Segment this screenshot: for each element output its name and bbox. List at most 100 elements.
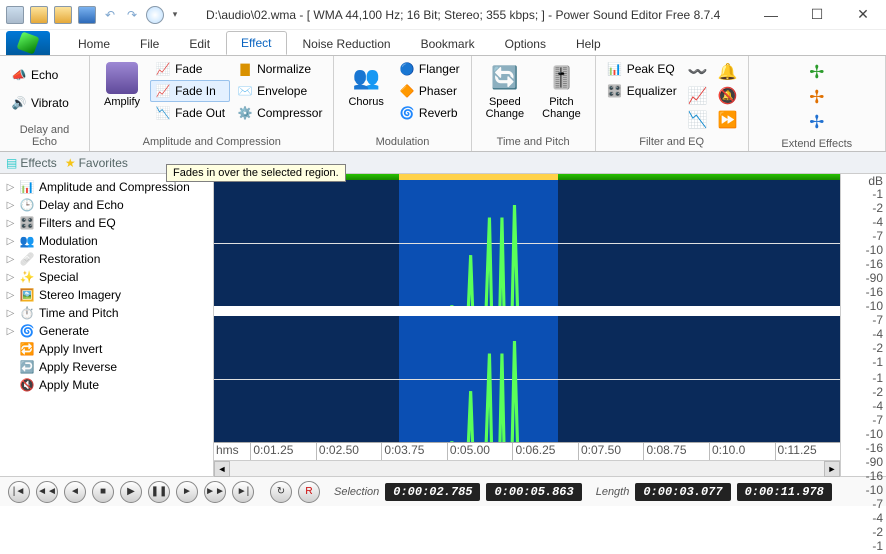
tree-generate[interactable]: ▷🌀Generate [2,322,211,340]
qat-new-button[interactable] [6,6,24,24]
extend-icon-1[interactable]: ✢ [809,62,824,83]
expand-icon[interactable]: ▷ [6,326,15,337]
effects-tree[interactable]: ▷📊Amplitude and Compression ▷🕒Delay and … [0,174,214,476]
panetab-effects[interactable]: ▤Effects [6,156,57,170]
filter-icon-3[interactable]: 📉 [688,110,708,130]
expand-icon[interactable]: ▷ [6,290,15,301]
tree-filters[interactable]: ▷🎛️Filters and EQ [2,214,211,232]
skip-start-button[interactable]: |◄ [8,481,30,503]
echo-button[interactable]: 📣Echo [6,64,63,86]
expand-icon[interactable]: ▷ [6,182,15,193]
chorus-button[interactable]: 👥Chorus [340,58,391,112]
prev-button[interactable]: ◄ [64,481,86,503]
tab-help[interactable]: Help [562,33,615,55]
expand-icon[interactable]: ▷ [6,200,15,211]
qat-redo-button[interactable]: ↷ [124,8,140,22]
record-button[interactable]: R [298,481,320,503]
horizontal-scrollbar[interactable]: ◄ ► [214,460,840,476]
expand-icon[interactable]: ▷ [6,254,15,265]
tree-mute[interactable]: 🔇Apply Mute [2,376,211,394]
minimize-button[interactable]: — [748,0,794,30]
tab-file[interactable]: File [126,33,173,55]
generate-icon: 🌀 [19,323,35,339]
pitch-change-button[interactable]: 🎚️Pitch Change [534,58,589,124]
filter-icon-6[interactable]: ⏩ [718,110,738,130]
ffwd-button[interactable]: ►► [204,481,226,503]
filter-icon-2[interactable]: 📈 [688,86,708,106]
extend-icon-2[interactable]: ✢ [809,87,824,108]
extend-icon-3[interactable]: ✢ [809,112,824,133]
waveform-left[interactable] [214,180,840,306]
time-ruler[interactable]: hms 0:01.25 0:02.50 0:03.75 0:05.00 0:06… [214,442,840,460]
rewind-button[interactable]: ◄◄ [36,481,58,503]
qat-undo-button[interactable]: ↶ [102,8,118,22]
expand-icon[interactable]: ▷ [6,272,15,283]
envelope-button[interactable]: ✉️Envelope [232,80,327,102]
stop-button[interactable]: ■ [92,481,114,503]
peak-eq-icon: 📊 [607,61,623,77]
tree-reverse[interactable]: ↩️Apply Reverse [2,358,211,376]
scroll-right-button[interactable]: ► [824,461,840,477]
total-length: 0:00:11.978 [737,483,832,501]
vibrato-button[interactable]: 🔊Vibrato [6,92,74,114]
tree-restoration[interactable]: ▷🩹Restoration [2,250,211,268]
qat-open-button[interactable] [30,6,48,24]
close-button[interactable]: ✕ [840,0,886,30]
expand-icon[interactable]: ▷ [6,236,15,247]
fade-in-button[interactable]: 📈Fade In [150,80,230,102]
app-menu-button[interactable] [6,31,50,55]
qat-customize-dropdown[interactable]: ▾ [170,9,180,20]
waveform-graphic [214,316,840,442]
equalizer-icon: 🎛️ [607,83,623,99]
tab-noise-reduction[interactable]: Noise Reduction [289,33,405,55]
qat-cd-button[interactable] [146,6,164,24]
speed-icon: 🔄 [489,62,521,94]
play-button[interactable]: ▶ [120,481,142,503]
peak-eq-button[interactable]: 📊Peak EQ [602,58,682,80]
tab-home[interactable]: Home [64,33,124,55]
qat-recent-button[interactable] [54,6,72,24]
filter-icon-4[interactable]: 🔔 [718,62,738,82]
ruler-unit: hms [214,443,250,460]
pause-button[interactable]: ❚❚ [148,481,170,503]
filter-icon-1[interactable]: 〰️ [688,62,708,82]
tree-stereo[interactable]: ▷🖼️Stereo Imagery [2,286,211,304]
vibrato-icon: 🔊 [11,95,27,111]
tab-edit[interactable]: Edit [175,33,224,55]
length-label: Length [596,486,630,498]
tree-modulation[interactable]: ▷👥Modulation [2,232,211,250]
flanger-button[interactable]: 🔵Flanger [394,58,465,80]
panetab-favorites[interactable]: ★Favorites [65,156,128,170]
fade-out-button[interactable]: 📉Fade Out [150,102,230,124]
stereo-icon: 🖼️ [19,287,35,303]
skip-end-button[interactable]: ►| [232,481,254,503]
tab-effect[interactable]: Effect [226,31,286,55]
expand-icon[interactable]: ▷ [6,308,15,319]
fade-button[interactable]: 📈Fade [150,58,230,80]
next-button[interactable]: ► [176,481,198,503]
reverb-button[interactable]: 🌀Reverb [394,102,465,124]
expand-icon[interactable]: ▷ [6,218,15,229]
tree-invert[interactable]: 🔁Apply Invert [2,340,211,358]
tree-delay[interactable]: ▷🕒Delay and Echo [2,196,211,214]
group-mod-label: Modulation [340,135,464,149]
tree-special[interactable]: ▷✨Special [2,268,211,286]
maximize-button[interactable]: ☐ [794,0,840,30]
tab-bookmark[interactable]: Bookmark [407,33,489,55]
equalizer-button[interactable]: 🎛️Equalizer [602,80,682,102]
compressor-button[interactable]: ⚙️Compressor [232,102,327,124]
amplify-button[interactable]: Amplify [96,58,148,112]
normalize-button[interactable]: ▇Normalize [232,58,327,80]
tree-timepitch[interactable]: ▷⏱️Time and Pitch [2,304,211,322]
group-delay-label: Delay and Echo [6,123,83,149]
group-extend-label: Extend Effects [755,137,879,151]
phaser-button[interactable]: 🔶Phaser [394,80,465,102]
speed-change-button[interactable]: 🔄Speed Change [478,58,533,124]
tab-options[interactable]: Options [491,33,560,55]
waveform-right[interactable] [214,316,840,442]
db-scale: dB -1-2-4-7-10-16-90-16-10-7-4-2-1 -1-2-… [840,174,886,476]
scroll-left-button[interactable]: ◄ [214,461,230,477]
qat-save-button[interactable] [78,6,96,24]
loop-button[interactable]: ↻ [270,481,292,503]
filter-icon-5[interactable]: 🔕 [718,86,738,106]
